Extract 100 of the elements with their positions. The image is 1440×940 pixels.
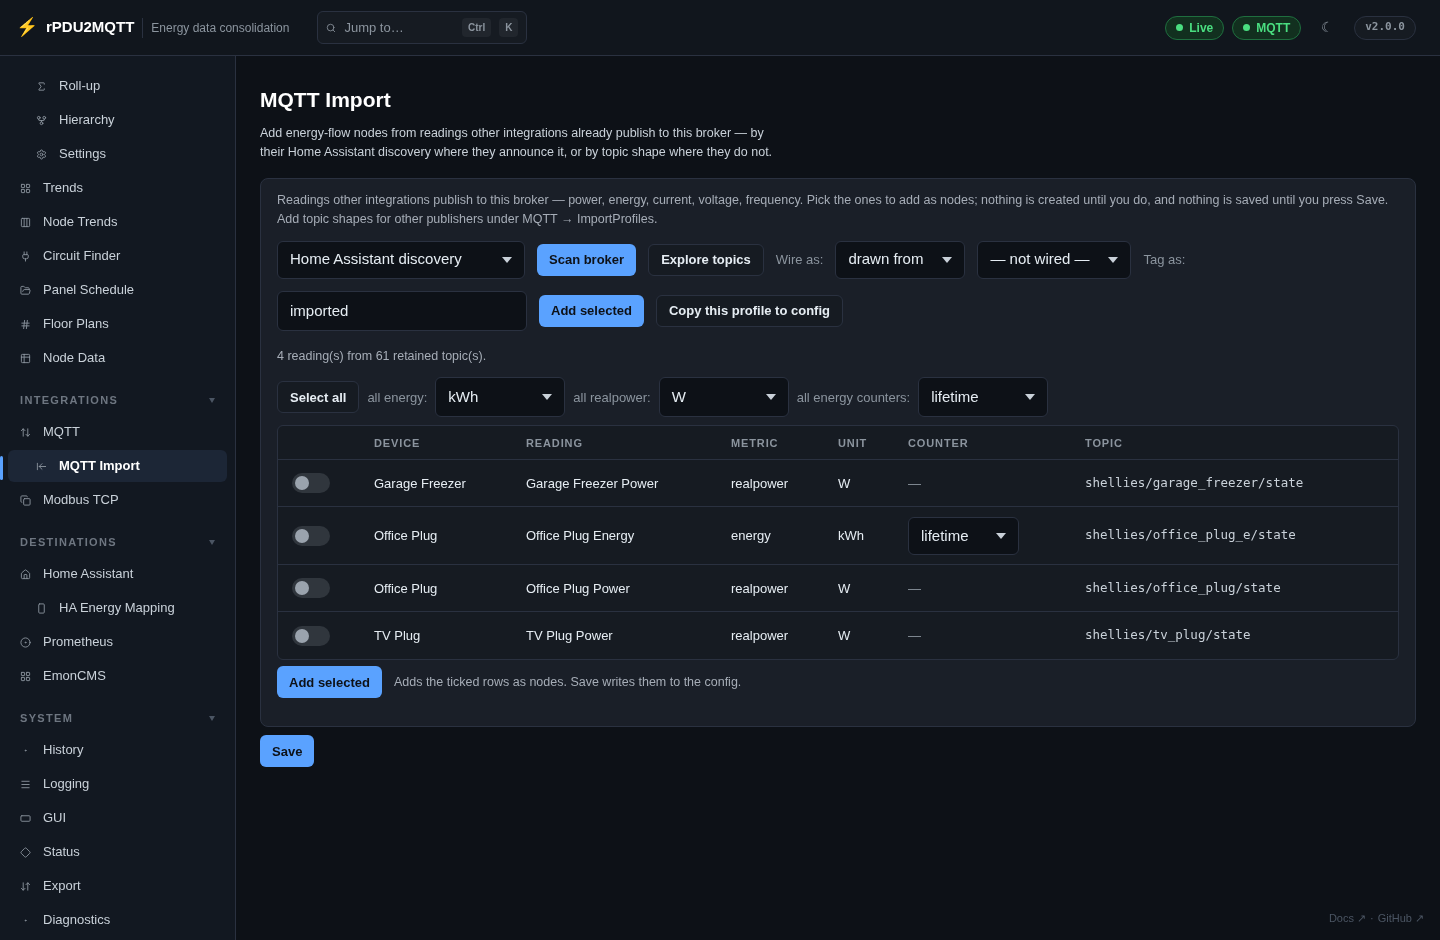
counter-cell: — (908, 475, 921, 491)
realpower-label: all realpower: (573, 388, 651, 407)
column-header: TOPIC (1085, 435, 1124, 451)
add-selected-button[interactable]: Add selected (539, 294, 644, 327)
bar-icon (36, 602, 47, 614)
caret-icon (542, 394, 553, 401)
sidebar-item[interactable]: MQTT Import (8, 450, 227, 482)
tag-field[interactable]: imported (277, 290, 527, 331)
sidebar-item[interactable]: Circuit Finder (8, 240, 227, 272)
row-toggle[interactable] (292, 578, 330, 599)
save-button[interactable]: Save (260, 735, 315, 768)
wire-select[interactable]: drawn from (835, 240, 966, 279)
column-header: METRIC (731, 435, 780, 451)
arrows-icon (20, 880, 31, 892)
topic-cell-text: shellies/office_plug_e/state (1085, 526, 1297, 545)
sidebar-item[interactable]: Node Data (8, 342, 227, 374)
list-icon (20, 778, 31, 790)
column-header: COUNTER (908, 435, 970, 451)
device-cell-text: TV Plug (374, 627, 422, 645)
status-badge: MQTT (1232, 15, 1302, 40)
tag-label: Tag as: (1143, 250, 1186, 269)
grid-icon (20, 670, 31, 682)
reading-cell-text: Office Plug Energy (526, 527, 636, 545)
unit-cell-text: W (838, 474, 852, 493)
sidebar-item[interactable]: HA Energy Mapping (8, 592, 227, 624)
logo-icon: ⚡ (16, 14, 38, 41)
explore-topics-button[interactable]: Explore topics (648, 243, 764, 276)
counter-cell: — (908, 628, 921, 643)
device-cell-text: Garage Freezer (374, 474, 467, 493)
unit-cell-text: kWh (838, 527, 865, 545)
sidebar-item[interactable]: Export (8, 870, 227, 902)
sidebar-item[interactable]: Settings (8, 138, 227, 170)
sidebar-item[interactable]: Node Trends (8, 206, 227, 238)
target-icon (20, 636, 31, 648)
column-header: UNIT (838, 435, 869, 451)
columns-icon (20, 216, 31, 228)
sidebar-item[interactable]: Diagnostics (8, 904, 227, 936)
arrows-icon (20, 426, 31, 438)
sidebar-item[interactable]: Status (8, 836, 227, 868)
version-badge: v2.0.0 (1354, 15, 1416, 40)
counter-cell: — (908, 580, 921, 596)
section-heading: INTEGRATIONS (20, 392, 119, 408)
fork-icon (36, 114, 47, 126)
reading-cell-text: TV Plug Power (526, 627, 614, 645)
sidebar-item[interactable]: GUI (8, 802, 227, 834)
energy-unit-select[interactable]: kWh (435, 377, 566, 418)
sidebar-item[interactable]: Hierarchy (8, 104, 227, 136)
reading-cell-text: Garage Freezer Power (526, 474, 660, 493)
row-toggle[interactable] (292, 525, 330, 546)
hash-icon (20, 318, 31, 330)
unit-cell-text: W (838, 579, 852, 598)
row-toggle[interactable] (292, 473, 330, 494)
search-field[interactable]: Jump to… Ctrl K (317, 11, 528, 44)
sidebar-item[interactable]: MQTT (8, 416, 227, 448)
sidebar-item[interactable]: Trends (8, 172, 227, 204)
sidebar-item[interactable]: Panel Schedule (8, 274, 227, 306)
sidebar-item[interactable]: Home Assistant (8, 558, 227, 590)
summary-text: 4 reading(s) from 61 retained topic(s). (277, 347, 488, 365)
topic-cell-text: shellies/garage_freezer/state (1085, 473, 1305, 492)
select-all-button[interactable]: Select all (277, 381, 360, 414)
status-badge: Live (1165, 15, 1225, 40)
footer-note: Adds the ticked rows as nodes. Save writes them to the config. (393, 673, 742, 691)
caret-icon (942, 256, 953, 263)
row-toggle[interactable] (292, 625, 330, 646)
scan-broker-button[interactable]: Scan broker (537, 243, 637, 276)
shortcut-key: K (499, 18, 519, 37)
wire-target-select[interactable]: — not wired — (977, 240, 1132, 279)
section-heading: SYSTEM (20, 710, 74, 726)
page-title: MQTT Import (260, 87, 392, 113)
app-name: rPDU2MQTT (46, 17, 135, 38)
table-icon (20, 352, 31, 364)
grid-icon (20, 182, 31, 194)
search-input[interactable]: Jump to… (344, 17, 454, 38)
sidebar-item[interactable]: Floor Plans (8, 308, 227, 340)
reading-cell-text: Office Plug Power (526, 579, 631, 598)
sidebar-item[interactable]: EmonCMS (8, 660, 227, 692)
folder-icon (20, 284, 31, 296)
wire-label: Wire as: (775, 250, 824, 269)
caret-icon (1108, 256, 1119, 263)
realpower-unit-select[interactable]: W (658, 377, 789, 418)
counter-select[interactable]: lifetime (908, 516, 1019, 555)
theme-toggle[interactable]: ☾ (1321, 17, 1335, 38)
unit-cell-text: W (838, 627, 852, 645)
section-heading: DESTINATIONS (20, 534, 117, 550)
sidebar-item[interactable]: Logging (8, 768, 227, 800)
counter-select[interactable]: lifetime (918, 377, 1049, 418)
sidebar-item[interactable]: Roll-up (8, 70, 227, 102)
diamond-icon (20, 846, 31, 858)
sidebar-item[interactable]: Modbus TCP (8, 484, 227, 516)
intro-text: Add topic shapes for other publishers under MQTT → ImportProfiles. (277, 210, 659, 228)
intro-text: Readings other integrations publish to this broker — power, energy, current, voltage, frequency. Pick the ones to add as nodes; nothing is created until you do, and nothing is saved until you press Save. (277, 191, 1390, 209)
energy-label: all energy: (367, 388, 428, 407)
sidebar-item[interactable]: Prometheus (8, 626, 227, 658)
sidebar-item[interactable]: History (8, 734, 227, 766)
source-select[interactable]: Home Assistant discovery (277, 240, 525, 279)
copy-profile-button[interactable]: Copy this profile to config (655, 294, 843, 327)
counters-label: all energy counters: (796, 388, 911, 407)
metric-cell-text: energy (731, 527, 772, 545)
add-selected-button[interactable]: Add selected (277, 666, 382, 699)
caret-icon (996, 532, 1006, 539)
